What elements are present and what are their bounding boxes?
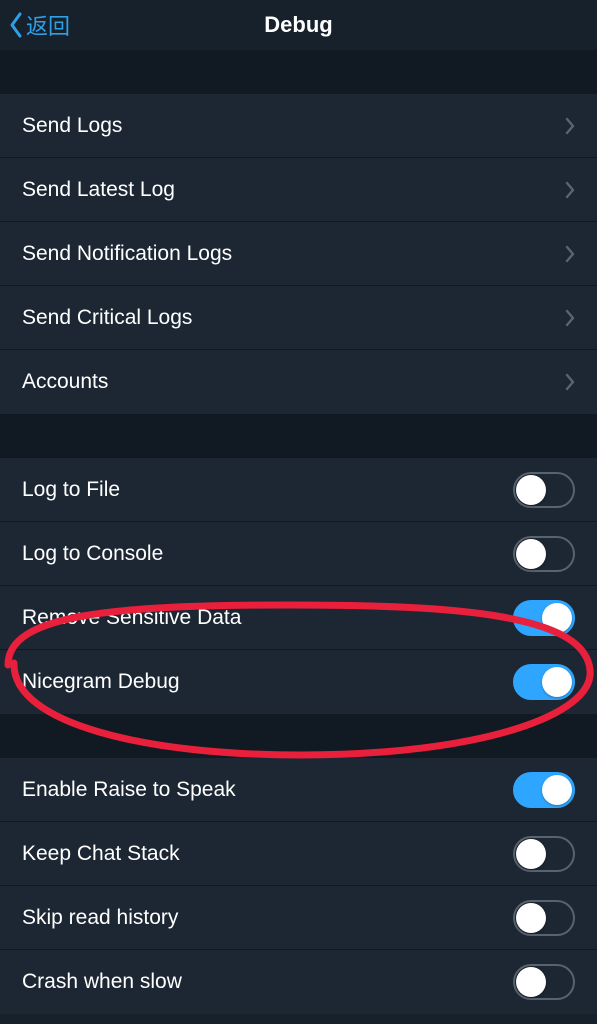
section-gap bbox=[0, 50, 597, 94]
row-label: Send Logs bbox=[22, 114, 122, 138]
section-misc: Enable Raise to Speak Keep Chat Stack Sk… bbox=[0, 758, 597, 1014]
toggle-knob bbox=[516, 903, 546, 933]
chevron-right-icon bbox=[565, 181, 575, 199]
chevron-left-icon bbox=[8, 11, 24, 39]
row-remove-sensitive-data[interactable]: Remove Sensitive Data bbox=[0, 586, 597, 650]
back-button[interactable]: 返回 bbox=[8, 0, 70, 50]
chevron-right-icon bbox=[565, 309, 575, 327]
chevron-right-icon bbox=[565, 245, 575, 263]
toggle-knob bbox=[516, 967, 546, 997]
toggle-knob bbox=[516, 475, 546, 505]
row-crash-when-slow[interactable]: Crash when slow bbox=[0, 950, 597, 1014]
navbar: 返回 Debug bbox=[0, 0, 597, 50]
toggle-enable-raise-to-speak[interactable] bbox=[513, 772, 575, 808]
row-label: Remove Sensitive Data bbox=[22, 606, 241, 630]
toggle-log-to-file[interactable] bbox=[513, 472, 575, 508]
row-send-notification-logs[interactable]: Send Notification Logs bbox=[0, 222, 597, 286]
row-label: Skip read history bbox=[22, 906, 178, 930]
section-gap bbox=[0, 714, 597, 758]
row-label: Nicegram Debug bbox=[22, 670, 180, 694]
page-title: Debug bbox=[264, 12, 332, 38]
row-keep-chat-stack[interactable]: Keep Chat Stack bbox=[0, 822, 597, 886]
row-label: Send Notification Logs bbox=[22, 242, 232, 266]
row-log-to-console[interactable]: Log to Console bbox=[0, 522, 597, 586]
row-label: Accounts bbox=[22, 370, 108, 394]
row-send-latest-log[interactable]: Send Latest Log bbox=[0, 158, 597, 222]
row-label: Log to Console bbox=[22, 542, 163, 566]
row-label: Send Latest Log bbox=[22, 178, 175, 202]
toggle-knob bbox=[542, 603, 572, 633]
row-label: Crash when slow bbox=[22, 970, 182, 994]
row-accounts[interactable]: Accounts bbox=[0, 350, 597, 414]
row-label: Keep Chat Stack bbox=[22, 842, 180, 866]
toggle-knob bbox=[516, 539, 546, 569]
row-enable-raise-to-speak[interactable]: Enable Raise to Speak bbox=[0, 758, 597, 822]
toggle-nicegram-debug[interactable] bbox=[513, 664, 575, 700]
section-logging: Log to File Log to Console Remove Sensit… bbox=[0, 458, 597, 714]
row-label: Enable Raise to Speak bbox=[22, 778, 236, 802]
row-send-critical-logs[interactable]: Send Critical Logs bbox=[0, 286, 597, 350]
row-nicegram-debug[interactable]: Nicegram Debug bbox=[0, 650, 597, 714]
section-logs: Send Logs Send Latest Log Send Notificat… bbox=[0, 94, 597, 414]
row-skip-read-history[interactable]: Skip read history bbox=[0, 886, 597, 950]
chevron-right-icon bbox=[565, 373, 575, 391]
toggle-skip-read-history[interactable] bbox=[513, 900, 575, 936]
section-gap bbox=[0, 414, 597, 458]
toggle-keep-chat-stack[interactable] bbox=[513, 836, 575, 872]
row-send-logs[interactable]: Send Logs bbox=[0, 94, 597, 158]
toggle-knob bbox=[542, 667, 572, 697]
back-label: 返回 bbox=[26, 9, 70, 41]
toggle-knob bbox=[542, 775, 572, 805]
row-label: Log to File bbox=[22, 478, 120, 502]
toggle-crash-when-slow[interactable] bbox=[513, 964, 575, 1000]
row-log-to-file[interactable]: Log to File bbox=[0, 458, 597, 522]
row-label: Send Critical Logs bbox=[22, 306, 192, 330]
toggle-log-to-console[interactable] bbox=[513, 536, 575, 572]
toggle-remove-sensitive-data[interactable] bbox=[513, 600, 575, 636]
toggle-knob bbox=[516, 839, 546, 869]
chevron-right-icon bbox=[565, 117, 575, 135]
